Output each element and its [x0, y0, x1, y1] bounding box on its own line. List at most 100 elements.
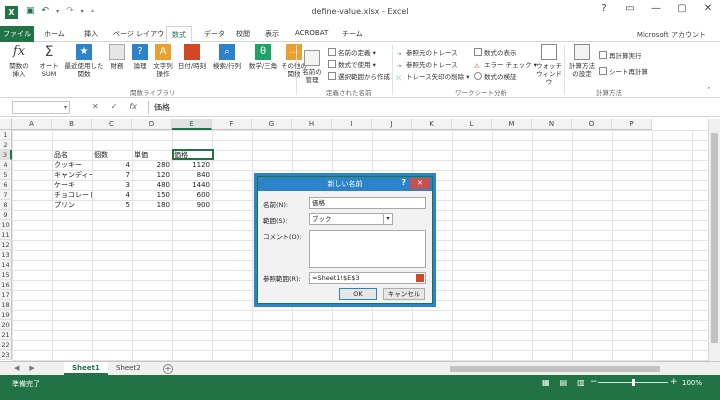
tab-data[interactable]: データ	[204, 29, 225, 39]
horizontal-scrollbar[interactable]	[440, 365, 708, 373]
row-header[interactable]: 12	[0, 240, 12, 250]
column-header[interactable]: O	[572, 119, 612, 130]
row-header[interactable]: 9	[0, 210, 12, 220]
table-cell[interactable]: 7	[92, 170, 132, 180]
table-cell[interactable]: 1120	[172, 160, 212, 170]
table-cell[interactable]: 5	[92, 200, 132, 210]
account-name[interactable]: Microsoft アカウント	[637, 30, 706, 40]
dialog-close-icon[interactable]: ✕	[410, 178, 430, 189]
evaluate-formula-button[interactable]: 数式の検証	[474, 71, 517, 81]
zoom-in-icon[interactable]: +	[670, 377, 678, 387]
collapse-dialog-icon[interactable]	[416, 274, 424, 282]
row-header[interactable]: 16	[0, 280, 12, 290]
cancel-entry-icon[interactable]: ✕	[92, 102, 99, 111]
close-icon[interactable]: ✕	[700, 3, 716, 14]
comment-textarea[interactable]	[309, 230, 426, 268]
zoom-slider-knob[interactable]	[631, 379, 635, 386]
normal-view-icon[interactable]: ▦	[542, 378, 550, 387]
row-header[interactable]: 14	[0, 260, 12, 270]
horizontal-scroll-thumb[interactable]	[450, 366, 660, 372]
tab-formulas[interactable]: 数式	[166, 26, 192, 43]
tab-insert[interactable]: 挿入	[84, 29, 98, 39]
table-header-cell[interactable]: 品名	[52, 150, 92, 160]
datetime-button[interactable]: 日付/時刻	[176, 44, 208, 70]
column-header[interactable]: K	[412, 119, 452, 130]
table-cell[interactable]: 120	[132, 170, 172, 180]
ok-button[interactable]: OK	[339, 288, 377, 300]
name-manager-button[interactable]: 名前の 管理	[300, 50, 324, 84]
lookup-button[interactable]: ⌕ 検索/行列	[210, 44, 244, 70]
calculate-sheet-button[interactable]: シート再計算	[599, 66, 648, 76]
insert-function-icon[interactable]: fx	[129, 102, 137, 111]
column-header[interactable]: B	[52, 119, 92, 130]
table-cell[interactable]: 1440	[172, 180, 212, 190]
show-formulas-button[interactable]: 数式の表示	[474, 47, 517, 57]
table-cell[interactable]: クッキー	[52, 160, 92, 170]
logical-button[interactable]: ? 論理	[130, 44, 150, 70]
tab-acrobat[interactable]: ACROBAT	[295, 29, 328, 37]
sheet-tab-sheet2[interactable]: Sheet2	[108, 362, 149, 375]
tab-page-layout[interactable]: ページ レイアウト	[113, 29, 171, 39]
maximize-icon[interactable]: ▢	[674, 3, 690, 14]
tab-home[interactable]: ホーム	[44, 29, 65, 39]
column-header[interactable]: A	[12, 119, 52, 130]
table-cell[interactable]: 4	[92, 160, 132, 170]
table-header-cell[interactable]: 個数	[92, 150, 132, 160]
column-header[interactable]: J	[372, 119, 412, 130]
enter-entry-icon[interactable]: ✓	[111, 102, 118, 111]
calculation-options-button[interactable]: 計算方法 の設定	[567, 44, 597, 78]
prev-sheet-icon[interactable]: ◀	[14, 364, 19, 372]
zoom-out-icon[interactable]: −	[590, 377, 598, 387]
calculate-now-button[interactable]: 再計算実行	[599, 50, 642, 60]
insert-function-button[interactable]: fx 関数の 挿入	[6, 44, 32, 78]
trace-dependents-button[interactable]: ⇢ 参照先のトレース	[396, 59, 458, 70]
page-layout-view-icon[interactable]: ▤	[560, 378, 568, 387]
row-header[interactable]: 17	[0, 290, 12, 300]
column-header[interactable]: M	[492, 119, 532, 130]
vertical-scroll-thumb[interactable]	[711, 133, 718, 343]
create-from-selection-button[interactable]: 選択範囲から作成	[328, 71, 390, 81]
refers-to-input[interactable]: =Sheet1!$E$3	[309, 272, 426, 284]
column-header[interactable]: G	[252, 119, 292, 130]
column-header[interactable]: H	[292, 119, 332, 130]
dialog-help-icon[interactable]: ?	[401, 178, 406, 187]
table-cell[interactable]: 3	[92, 180, 132, 190]
text-button[interactable]: A 文字列 操作	[151, 44, 175, 78]
watch-window-button[interactable]: ウォッチ ウィンドウ	[534, 44, 564, 86]
column-header[interactable]: F	[212, 119, 252, 130]
column-header[interactable]: L	[452, 119, 492, 130]
table-cell[interactable]: チョコレート	[52, 190, 92, 200]
table-cell[interactable]: 150	[132, 190, 172, 200]
name-input[interactable]: 価格	[309, 197, 426, 209]
formula-input[interactable]	[148, 101, 708, 114]
table-cell[interactable]: 900	[172, 200, 212, 210]
math-button[interactable]: θ 数学/三角	[246, 44, 280, 70]
column-header[interactable]: E	[172, 119, 212, 130]
scope-select[interactable]: ブック ▾	[309, 213, 393, 225]
row-header[interactable]: 18	[0, 300, 12, 310]
row-header[interactable]: 15	[0, 270, 12, 280]
row-header[interactable]: 4	[0, 160, 12, 170]
row-header[interactable]: 7	[0, 190, 12, 200]
table-cell[interactable]: 280	[132, 160, 172, 170]
use-in-formula-button[interactable]: 数式で使用 ▾	[328, 59, 376, 69]
help-icon[interactable]: ?	[596, 3, 612, 14]
row-header[interactable]: 11	[0, 230, 12, 240]
tab-view[interactable]: 表示	[265, 29, 279, 39]
sheet-tab-sheet1[interactable]: Sheet1	[64, 362, 108, 375]
error-checking-button[interactable]: ⚠ エラー チェック ▾	[474, 59, 537, 70]
select-all-corner[interactable]	[0, 119, 12, 130]
table-cell[interactable]: 480	[132, 180, 172, 190]
vertical-scrollbar[interactable]	[708, 119, 720, 361]
table-cell[interactable]: キャンディー	[52, 170, 92, 180]
tab-file[interactable]: ファイル	[0, 26, 34, 42]
row-header[interactable]: 23	[0, 350, 12, 360]
financial-button[interactable]: 財務	[106, 44, 128, 70]
table-cell[interactable]: プリン	[52, 200, 92, 210]
tab-review[interactable]: 校閲	[236, 29, 250, 39]
zoom-slider[interactable]	[598, 379, 668, 386]
row-header[interactable]: 3	[0, 150, 12, 160]
zoom-level[interactable]: 100%	[682, 379, 702, 387]
autosum-button[interactable]: Σ オート SUM	[36, 44, 62, 78]
recent-functions-button[interactable]: ★ 最近使用した 関数	[64, 44, 104, 78]
